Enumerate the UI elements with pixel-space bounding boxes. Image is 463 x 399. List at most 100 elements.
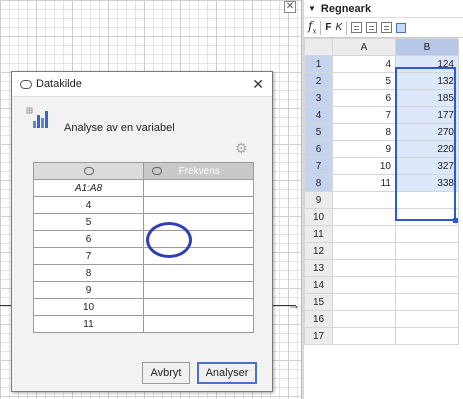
italic-button[interactable]: K: [336, 22, 343, 33]
analyze-button[interactable]: Analyser: [197, 362, 257, 384]
close-icon[interactable]: ✕: [252, 76, 264, 92]
cloud-icon[interactable]: [152, 166, 162, 175]
spreadsheet-row[interactable]: 4 7 177: [304, 106, 459, 124]
row-header[interactable]: 4: [304, 106, 333, 124]
data-row[interactable]: 5: [33, 213, 254, 231]
function-icon[interactable]: fx: [308, 19, 316, 35]
cell-a[interactable]: [332, 191, 396, 209]
cell-a[interactable]: 10: [332, 157, 396, 175]
cell-a[interactable]: 8: [332, 123, 396, 141]
cell-a[interactable]: [332, 242, 396, 260]
dialog-titlebar[interactable]: Datakilde ✕: [12, 72, 272, 97]
align-left-icon[interactable]: [351, 22, 363, 33]
align-center-icon[interactable]: [366, 22, 378, 33]
column2-header[interactable]: Frekvens: [143, 162, 254, 180]
cell-b[interactable]: 124: [395, 55, 459, 73]
cell-a[interactable]: [332, 276, 396, 294]
selection-fill-handle[interactable]: [453, 218, 458, 223]
cell-b[interactable]: 270: [395, 123, 459, 141]
cell-a[interactable]: 4: [332, 55, 396, 73]
row-header[interactable]: 6: [304, 140, 333, 158]
cell-a[interactable]: 9: [332, 140, 396, 158]
data-row[interactable]: 11: [33, 315, 254, 333]
cell-b[interactable]: [395, 191, 459, 209]
frequency-cell[interactable]: [143, 298, 254, 316]
cell-a[interactable]: 7: [332, 106, 396, 124]
cell-a[interactable]: [332, 327, 396, 345]
spreadsheet-row[interactable]: 16: [304, 310, 459, 328]
value-cell[interactable]: 7: [33, 247, 144, 265]
frequency-cell[interactable]: [143, 196, 254, 214]
row-header[interactable]: 16: [304, 310, 333, 328]
cell-a[interactable]: [332, 293, 396, 311]
cell-a[interactable]: 5: [332, 72, 396, 90]
row-header[interactable]: 12: [304, 242, 333, 260]
cell-b[interactable]: [395, 242, 459, 260]
spreadsheet-grid[interactable]: A B 1 4 124 2 5 132 3 6 185 4 7 177 5 8 270 6 9 220 7 10 327…: [304, 38, 459, 345]
spreadsheet-row[interactable]: 9: [304, 191, 459, 209]
cell-a[interactable]: 6: [332, 89, 396, 107]
frequency-cell[interactable]: [143, 230, 254, 248]
row-header[interactable]: 8: [304, 174, 333, 192]
row-header[interactable]: 5: [304, 123, 333, 141]
spreadsheet-row[interactable]: 14: [304, 276, 459, 294]
cell-b[interactable]: 185: [395, 89, 459, 107]
row-header[interactable]: 17: [304, 327, 333, 345]
value-cell[interactable]: 5: [33, 213, 144, 231]
cell-b[interactable]: 177: [395, 106, 459, 124]
data-row[interactable]: 10: [33, 298, 254, 316]
spreadsheet-row[interactable]: 5 8 270: [304, 123, 459, 141]
cell-b[interactable]: [395, 310, 459, 328]
spreadsheet-row[interactable]: 1 4 124: [304, 55, 459, 73]
data-source-table[interactable]: Frekvens A1:A8 4 5 6 7 8 9 10 11: [33, 162, 254, 333]
data-row[interactable]: 6: [33, 230, 254, 248]
data-row[interactable]: 4: [33, 196, 254, 214]
value-cell[interactable]: 4: [33, 196, 144, 214]
frequency-cell[interactable]: [143, 213, 254, 231]
row-header[interactable]: 3: [304, 89, 333, 107]
cell-a[interactable]: [332, 208, 396, 226]
cloud-icon[interactable]: [83, 166, 94, 175]
spreadsheet-row[interactable]: 17: [304, 327, 459, 345]
value-cell[interactable]: 8: [33, 264, 144, 282]
spreadsheet-row[interactable]: 3 6 185: [304, 89, 459, 107]
row-header[interactable]: 1: [304, 55, 333, 73]
value-cell[interactable]: 6: [33, 230, 144, 248]
corner-cell[interactable]: [304, 38, 333, 56]
cell-b[interactable]: [395, 276, 459, 294]
row-header[interactable]: 13: [304, 259, 333, 277]
cell-b[interactable]: 327: [395, 157, 459, 175]
align-right-icon[interactable]: [381, 22, 393, 33]
row-header[interactable]: 2: [304, 72, 333, 90]
background-color-icon[interactable]: [396, 22, 407, 33]
spreadsheet-row[interactable]: 12: [304, 242, 459, 260]
cell-b[interactable]: [395, 208, 459, 226]
spreadsheet-row[interactable]: 10: [304, 208, 459, 226]
row-header[interactable]: 7: [304, 157, 333, 175]
spreadsheet-row[interactable]: 11: [304, 225, 459, 243]
spreadsheet-row[interactable]: 8 11 338: [304, 174, 459, 192]
data-row[interactable]: 8: [33, 264, 254, 282]
value-cell[interactable]: 9: [33, 281, 144, 299]
cell-b[interactable]: [395, 225, 459, 243]
frequency-cell[interactable]: [143, 247, 254, 265]
frequency-cell[interactable]: [143, 264, 254, 282]
spreadsheet-row[interactable]: 7 10 327: [304, 157, 459, 175]
cancel-button[interactable]: Avbryt: [142, 362, 190, 384]
data-row[interactable]: 9: [33, 281, 254, 299]
cell-a[interactable]: [332, 310, 396, 328]
cell-b[interactable]: 338: [395, 174, 459, 192]
row-header[interactable]: 11: [304, 225, 333, 243]
value-cell[interactable]: 10: [33, 298, 144, 316]
cell-b[interactable]: [395, 259, 459, 277]
row-header[interactable]: 9: [304, 191, 333, 209]
row-header[interactable]: 15: [304, 293, 333, 311]
cell-b[interactable]: 132: [395, 72, 459, 90]
gear-icon[interactable]: ⚙: [235, 140, 248, 157]
cell-a[interactable]: [332, 225, 396, 243]
value-cell[interactable]: 11: [33, 315, 144, 333]
graphics-close-button[interactable]: ✕: [284, 1, 296, 13]
cell-a[interactable]: 11: [332, 174, 396, 192]
column-header-b[interactable]: B: [395, 38, 459, 56]
spreadsheet-header[interactable]: ▼ Regneark: [304, 0, 463, 18]
